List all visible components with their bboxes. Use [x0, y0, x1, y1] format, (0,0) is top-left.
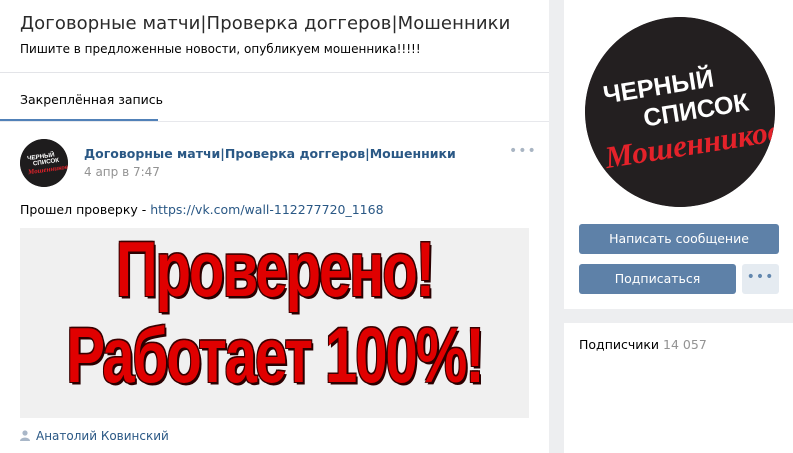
more-actions-button[interactable]: •••	[742, 264, 779, 294]
subscribers-panel: Подписчики 14 057	[564, 323, 793, 453]
post-text-prefix: Прошел проверку -	[20, 202, 151, 217]
group-sidebar: ЧЕРНЫЙ СПИСОК Мошенников Написать сообще…	[564, 0, 793, 309]
group-title: Договорные матчи|Проверка доггеров|Мошен…	[20, 13, 511, 34]
post-more-icon[interactable]: •••	[509, 143, 537, 159]
post-text: Прошел проверку - https://vk.com/wall-11…	[20, 202, 384, 217]
post-author-avatar[interactable]: ЧЕРНЫЙ СПИСОК Мошенников	[20, 139, 68, 187]
wall-tabs: Закреплённая запись	[0, 73, 549, 122]
active-tab-indicator	[0, 119, 158, 121]
post-image-text-line2: Работает 100%!	[66, 311, 484, 400]
subscribers-label: Подписчики	[579, 337, 660, 352]
post-author-link[interactable]: Договорные матчи|Проверка доггеров|Мошен…	[84, 146, 456, 161]
subscribers-header[interactable]: Подписчики 14 057	[579, 337, 707, 352]
blacklist-logo: ЧЕРНЫЙ СПИСОК Мошенников	[585, 17, 775, 207]
tab-pinned-post[interactable]: Закреплённая запись	[20, 92, 163, 107]
blacklist-logo-small: ЧЕРНЫЙ СПИСОК Мошенников	[20, 139, 68, 187]
send-message-button[interactable]: Написать сообщение	[579, 224, 779, 254]
user-icon	[20, 429, 30, 444]
post-signer[interactable]: Анатолий Ковинский	[20, 429, 169, 444]
group-status: Пишите в предложенные новости, опубликуе…	[20, 42, 421, 56]
subscribe-button[interactable]: Подписаться	[579, 264, 736, 294]
post-date[interactable]: 4 апр в 7:47	[84, 165, 160, 179]
post-image[interactable]: Проверено! Работает 100%!	[20, 226, 529, 418]
group-header: Договорные матчи|Проверка доггеров|Мошен…	[0, 0, 549, 73]
wall: Закреплённая запись ЧЕРНЫЙ СПИСОК Мошенн…	[0, 73, 549, 453]
subscribers-count: 14 057	[663, 337, 707, 352]
post-signer-name: Анатолий Ковинский	[36, 429, 169, 443]
post-link[interactable]: https://vk.com/wall-112277720_1168	[150, 202, 383, 217]
post-image-text-line1: Проверено!	[115, 225, 435, 314]
group-avatar[interactable]: ЧЕРНЫЙ СПИСОК Мошенников	[585, 17, 775, 207]
